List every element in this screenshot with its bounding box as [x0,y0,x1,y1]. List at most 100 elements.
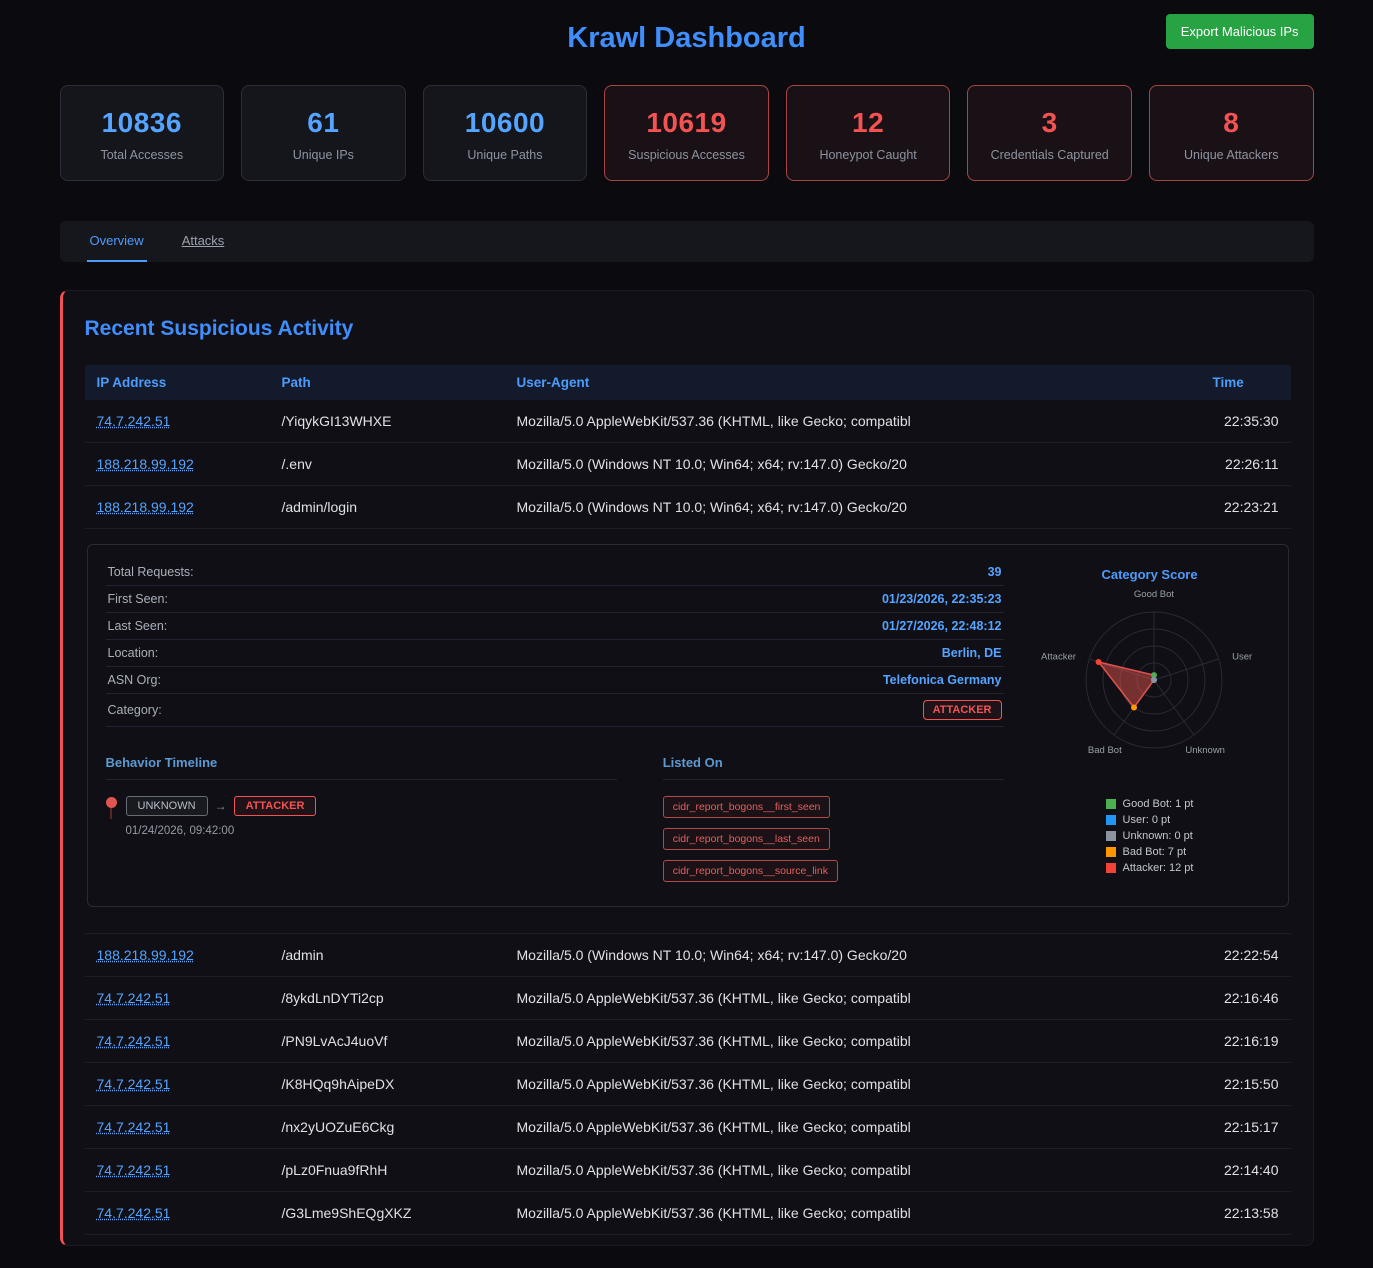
stat-value: 12 [793,107,944,139]
listed-badge[interactable]: cidr_report_bogons__first_seen [663,796,831,818]
ip-cell: 74.7.242.51 [85,400,270,443]
tab-attacks[interactable]: Attacks [179,221,228,262]
stat-value: 10600 [430,107,581,139]
activity-table: IP AddressPathUser-AgentTime 74.7.242.51… [85,365,1291,1235]
time-cell: 22:35:30 [1201,400,1291,443]
timeline-date: 01/24/2026, 09:42:00 [126,825,317,837]
detail-field-row: Category:ATTACKER [106,694,1004,727]
field-value: 39 [988,565,1002,579]
svg-text:Unknown: Unknown [1185,745,1225,756]
stat-card: 8Unique Attackers [1149,85,1314,181]
listed-badge[interactable]: cidr_report_bogons__source_link [663,860,838,882]
ip-cell: 74.7.242.51 [85,1106,270,1149]
column-header: User-Agent [505,365,1201,400]
user-agent-cell: Mozilla/5.0 (Windows NT 10.0; Win64; x64… [505,934,1201,977]
listed-on-section: Listed On cidr_report_bogons__first_seen… [663,755,1004,882]
field-value: Telefonica Germany [883,673,1002,687]
table-row: 74.7.242.51/pLz0Fnua9fRhHMozilla/5.0 App… [85,1149,1291,1192]
field-label: Category: [108,703,162,717]
radar-legend: Good Bot: 1 ptUser: 0 ptUnknown: 0 ptBad… [1106,798,1194,874]
ip-cell: 74.7.242.51 [85,977,270,1020]
svg-text:Bad Bot: Bad Bot [1087,745,1121,756]
table-row: 74.7.242.51/nx2yUOZuE6CkgMozilla/5.0 App… [85,1106,1291,1149]
radar-chart: Good Bot User Unknown Bad Bot Attacker [1032,584,1268,784]
time-cell: 22:26:11 [1201,443,1291,486]
legend-item: Good Bot: 1 pt [1106,798,1194,810]
time-cell: 22:16:46 [1201,977,1291,1020]
stats-row: 10836Total Accesses61Unique IPs10600Uniq… [60,85,1314,181]
activity-table-body: 74.7.242.51/YiqykGI13WHXEMozilla/5.0 App… [85,400,1291,1235]
ip-link[interactable]: 188.218.99.192 [97,499,194,515]
ip-link[interactable]: 74.7.242.51 [97,990,171,1006]
path-cell: /pLz0Fnua9fRhH [270,1149,505,1192]
arrow-right-icon: → [215,799,227,813]
ip-link[interactable]: 74.7.242.51 [97,1119,171,1135]
legend-label: User: 0 pt [1123,814,1171,826]
tab-overview[interactable]: Overview [87,221,147,262]
listed-badge[interactable]: cidr_report_bogons__last_seen [663,828,830,850]
ip-link[interactable]: 188.218.99.192 [97,947,194,963]
legend-item: User: 0 pt [1106,814,1194,826]
column-header: Path [270,365,505,400]
ip-cell: 188.218.99.192 [85,934,270,977]
user-agent-cell: Mozilla/5.0 AppleWebKit/537.36 (KHTML, l… [505,977,1201,1020]
timeline-to-badge: ATTACKER [234,796,317,816]
ip-cell: 188.218.99.192 [85,486,270,529]
ip-cell: 74.7.242.51 [85,1020,270,1063]
field-label: ASN Org: [108,673,162,687]
svg-text:Attacker: Attacker [1041,651,1076,662]
ip-link[interactable]: 74.7.242.51 [97,413,171,429]
stat-label: Total Accesses [67,148,218,162]
path-cell: /G3Lme9ShEQgXKZ [270,1192,505,1235]
detail-field-row: ASN Org: Telefonica Germany [106,667,1004,694]
ip-cell: 188.218.99.192 [85,443,270,486]
ip-link[interactable]: 188.218.99.192 [97,456,194,472]
detail-fields: Total Requests:39First Seen:01/23/2026, … [106,559,1004,727]
legend-label: Good Bot: 1 pt [1123,798,1194,810]
stat-label: Credentials Captured [974,148,1125,162]
stat-label: Unique Attackers [1156,148,1307,162]
behavior-timeline-section: Behavior Timeline [106,755,617,882]
stat-label: Unique IPs [248,148,399,162]
user-agent-cell: Mozilla/5.0 AppleWebKit/537.36 (KHTML, l… [505,1063,1201,1106]
detail-field-row: First Seen: 01/23/2026, 22:35:23 [106,586,1004,613]
ip-link[interactable]: 74.7.242.51 [97,1076,171,1092]
table-row: 74.7.242.51/8ykdLnDYTi2cpMozilla/5.0 App… [85,977,1291,1020]
timeline-dot-icon [106,797,117,808]
field-value: 01/23/2026, 22:35:23 [882,592,1002,606]
export-malicious-ips-button[interactable]: Export Malicious IPs [1166,14,1314,49]
user-agent-cell: Mozilla/5.0 AppleWebKit/537.36 (KHTML, l… [505,1020,1201,1063]
ip-link[interactable]: 74.7.242.51 [97,1162,171,1178]
path-cell: /admin [270,934,505,977]
path-cell: /K8HQq9hAipeDX [270,1063,505,1106]
time-cell: 22:23:21 [1201,486,1291,529]
stat-card: 61 Unique IPs [241,85,406,181]
path-cell: /admin/login [270,486,505,529]
table-row: 188.218.99.192/.envMozilla/5.0 (Windows … [85,443,1291,486]
stat-card: 10619Suspicious Accesses [604,85,769,181]
timeline-item: UNKNOWN → ATTACKER 01/24/2026, 09:42:00 [106,796,617,837]
page: Krawl Dashboard Export Malicious IPs 108… [60,0,1314,1268]
ip-link[interactable]: 74.7.242.51 [97,1033,171,1049]
field-value: 01/27/2026, 22:48:12 [882,619,1002,633]
detail-field-row: Last Seen:01/27/2026, 22:48:12 [106,613,1004,640]
tab-bar: Overview Attacks [60,221,1314,262]
listed-on-badges: cidr_report_bogons__first_seen cidr_repor… [663,796,1004,882]
behavior-timeline-title: Behavior Timeline [106,755,617,780]
table-row: 74.7.242.51/YiqykGI13WHXEMozilla/5.0 App… [85,400,1291,443]
path-cell: /nx2yUOZuE6Ckg [270,1106,505,1149]
table-row: 188.218.99.192/admin/loginMozilla/5.0 (W… [85,486,1291,529]
ip-cell: 74.7.242.51 [85,1149,270,1192]
svg-text:Good Bot: Good Bot [1133,589,1173,600]
stat-value: 61 [248,107,399,139]
table-row: 74.7.242.51/K8HQq9hAipeDXMozilla/5.0 App… [85,1063,1291,1106]
stat-card: 10600Unique Paths [423,85,588,181]
timeline-content: UNKNOWN → ATTACKER 01/24/2026, 09:42:00 [126,796,317,837]
ip-cell: 74.7.242.51 [85,1063,270,1106]
time-cell: 22:15:50 [1201,1063,1291,1106]
svg-text:User: User [1232,651,1252,662]
ip-link[interactable]: 74.7.242.51 [97,1205,171,1221]
field-label: First Seen: [108,592,168,606]
legend-item: Attacker: 12 pt [1106,862,1194,874]
stat-card: 12Honeypot Caught [786,85,951,181]
